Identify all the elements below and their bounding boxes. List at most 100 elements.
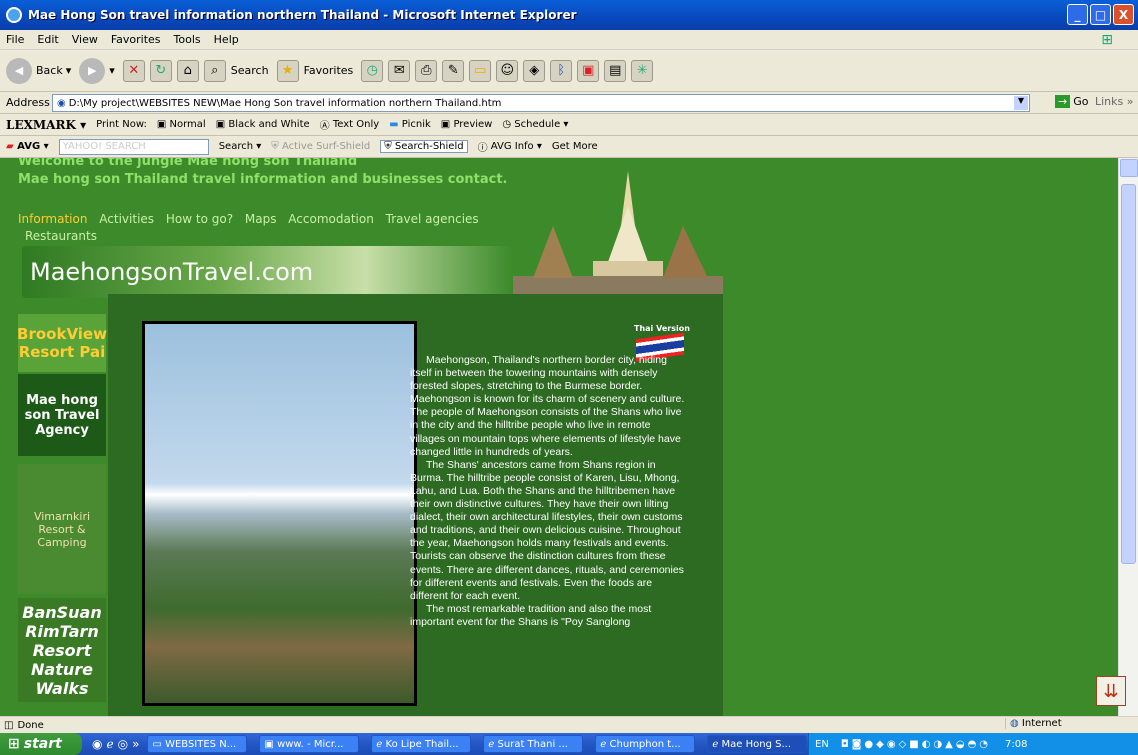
scroll-up-icon[interactable] <box>1120 159 1138 177</box>
menu-help[interactable]: Help <box>214 33 239 46</box>
black-white-button[interactable]: ▣ Black and White <box>216 119 310 130</box>
menu-bar: File Edit View Favorites Tools Help ⊞ <box>0 30 1138 50</box>
task-mae-hong-son[interactable]: ℯ Mae Hong S... <box>707 735 808 753</box>
task-surat-thani[interactable]: ℯ Surat Thani ... <box>483 735 584 753</box>
menu-edit[interactable]: Edit <box>37 33 58 46</box>
preview-icon: ▣ <box>440 119 454 130</box>
normal-icon: ▣ <box>156 119 170 130</box>
go-arrow-icon: → <box>1055 95 1071 108</box>
scroll-down-icon[interactable]: ⇊ <box>1096 676 1126 706</box>
nav-information[interactable]: Information <box>18 212 87 226</box>
avg-info-button[interactable]: ⓘ AVG Info ▾ <box>478 139 542 154</box>
ie-icon <box>6 7 22 23</box>
ad-travel-agency[interactable]: Mae hong son Travel Agency <box>18 374 106 456</box>
search-shield-icon: ⛨ <box>384 141 395 152</box>
close-button[interactable]: X <box>1113 4 1134 25</box>
windows-flag-icon: ⊞ <box>1101 32 1113 48</box>
edit-icon[interactable]: ✎ <box>442 59 465 82</box>
temple-image <box>513 171 723 294</box>
web-page: Welcome to the jungle Mae hong son Thail… <box>0 158 1118 716</box>
start-button[interactable]: ⊞ start <box>0 733 82 755</box>
forward-button[interactable]: ▶ ▾ <box>79 57 115 84</box>
schedule-button[interactable]: ◷ Schedule ▾ <box>502 119 568 130</box>
active-surf-shield-button[interactable]: ⛨ Active Surf-Shield <box>271 141 370 152</box>
ie-quicklaunch-icon[interactable]: ℯ <box>106 737 113 751</box>
nav-activities[interactable]: Activities <box>99 212 154 226</box>
stop-icon[interactable]: ✕ <box>122 59 145 82</box>
ad-bansuan[interactable]: BanSuan RimTarn Resort Nature Walks <box>18 598 106 702</box>
nav-restaurants[interactable]: Restaurants <box>25 229 97 243</box>
minimize-button[interactable]: _ <box>1067 4 1088 25</box>
chevron-icon[interactable]: » <box>132 737 139 751</box>
nav-maps[interactable]: Maps <box>245 212 277 226</box>
bluetooth-icon[interactable]: ᛒ <box>550 59 573 82</box>
task-label: www. - Micr... <box>277 738 344 750</box>
taskbar: ⊞ start ◉ ℯ ◎ » ▭ WEBSITES N... ▣ www. - … <box>0 733 1138 755</box>
back-arrow-icon: ◀ <box>6 57 32 84</box>
nav-how-to-go[interactable]: How to go? <box>166 212 233 226</box>
avg-search-label: Search <box>218 141 254 152</box>
scroll-thumb[interactable] <box>1121 184 1136 564</box>
browser-quicklaunch-icon[interactable]: ◉ <box>92 737 102 751</box>
menu-view[interactable]: View <box>72 33 98 46</box>
nav-accomodation[interactable]: Accomodation <box>288 212 374 226</box>
refresh-icon[interactable]: ↻ <box>149 59 172 82</box>
go-button[interactable]: → Go <box>1055 95 1088 108</box>
mail-icon[interactable]: ✉ <box>388 59 411 82</box>
site-nav: Information Activities How to go? Maps A… <box>18 212 487 226</box>
yahoo-placeholder: YAHOO! SEARCH <box>62 141 146 152</box>
search-button[interactable]: ⌕ Search <box>203 59 269 82</box>
search-icon: ⌕ <box>203 59 226 82</box>
screen-icon[interactable]: ▤ <box>604 59 627 82</box>
ad-brookview[interactable]: BrookView Resort Pai <box>17 314 107 372</box>
task-label: Mae Hong S... <box>721 738 792 750</box>
task-www[interactable]: ▣ www. - Micr... <box>259 735 360 753</box>
folder-icon[interactable]: ▭ <box>469 59 492 82</box>
media-quicklaunch-icon[interactable]: ◎ <box>118 737 128 751</box>
quick-launch: ◉ ℯ ◎ » <box>92 737 139 751</box>
home-icon[interactable]: ⌂ <box>176 59 199 82</box>
tray-icons[interactable]: ◘◙●◆◉◇■◐◑▲◒◓◔ <box>841 739 991 750</box>
maximize-button[interactable]: □ <box>1090 4 1111 25</box>
address-input[interactable]: ◉ D:\My project\WEBSITES NEW\Mae Hong So… <box>52 94 1030 112</box>
menu-file[interactable]: File <box>6 33 24 46</box>
back-button[interactable]: ◀ Back ▾ <box>6 57 71 84</box>
task-chumphon[interactable]: ℯ Chumphon t... <box>595 735 696 753</box>
text-only-button[interactable]: Ⓐ Text Only <box>320 117 380 132</box>
research-icon[interactable]: ◈ <box>523 59 546 82</box>
menu-favorites[interactable]: Favorites <box>111 33 161 46</box>
links-label: Links <box>1095 95 1124 108</box>
shield-icon: ⛨ <box>271 141 282 152</box>
nav-travel-agencies[interactable]: Travel agencies <box>386 212 479 226</box>
page-done-icon: ◫ <box>4 719 14 731</box>
normal-button[interactable]: ▣ Normal <box>157 119 206 130</box>
ad-vimarnkiri[interactable]: Vimarnkiri Resort & Camping <box>18 464 106 594</box>
lexmark-toolbar: LEXMARK ▾ Print Now: ▣ Normal ▣ Black an… <box>0 114 1138 136</box>
picnik-button[interactable]: ▬ Picnik <box>389 119 431 130</box>
preview-label: Preview <box>453 119 493 130</box>
preview-button[interactable]: ▣ Preview <box>441 119 493 130</box>
task-websites[interactable]: ▭ WEBSITES N... <box>147 735 248 753</box>
history-icon[interactable]: ◷ <box>361 59 384 82</box>
get-more-button[interactable]: Get More <box>552 141 598 152</box>
search-dropdown-button[interactable]: Search ▾ <box>219 141 262 152</box>
language-indicator[interactable]: EN <box>815 739 829 750</box>
favorites-button[interactable]: ★ Favorites <box>276 59 353 82</box>
print-now-label: Print Now: <box>96 119 147 130</box>
lexmark-brand[interactable]: LEXMARK ▾ <box>6 118 86 132</box>
vertical-scrollbar[interactable] <box>1118 158 1138 716</box>
avg-brand[interactable]: ▰ AVG ▾ <box>6 141 49 152</box>
yahoo-search-input[interactable]: YAHOO! SEARCH <box>58 138 209 155</box>
zone-text: Internet <box>1021 718 1062 729</box>
search-shield-button[interactable]: ⛨ Search-Shield <box>380 140 468 153</box>
dropdown-arrow-icon[interactable]: ▼ <box>1014 96 1028 110</box>
messenger-icon[interactable]: ☺ <box>496 59 519 82</box>
print-icon[interactable]: ⎙ <box>415 59 438 82</box>
tools-icon[interactable]: ✳ <box>631 59 654 82</box>
app-icon[interactable]: ▣ <box>577 59 600 82</box>
thai-version-label[interactable]: Thai Version <box>634 324 690 333</box>
schedule-icon: ◷ <box>502 119 515 130</box>
links-button[interactable]: Links » <box>1095 95 1134 108</box>
task-ko-lipe[interactable]: ℯ Ko Lipe Thail... <box>371 735 472 753</box>
menu-tools[interactable]: Tools <box>174 33 201 46</box>
